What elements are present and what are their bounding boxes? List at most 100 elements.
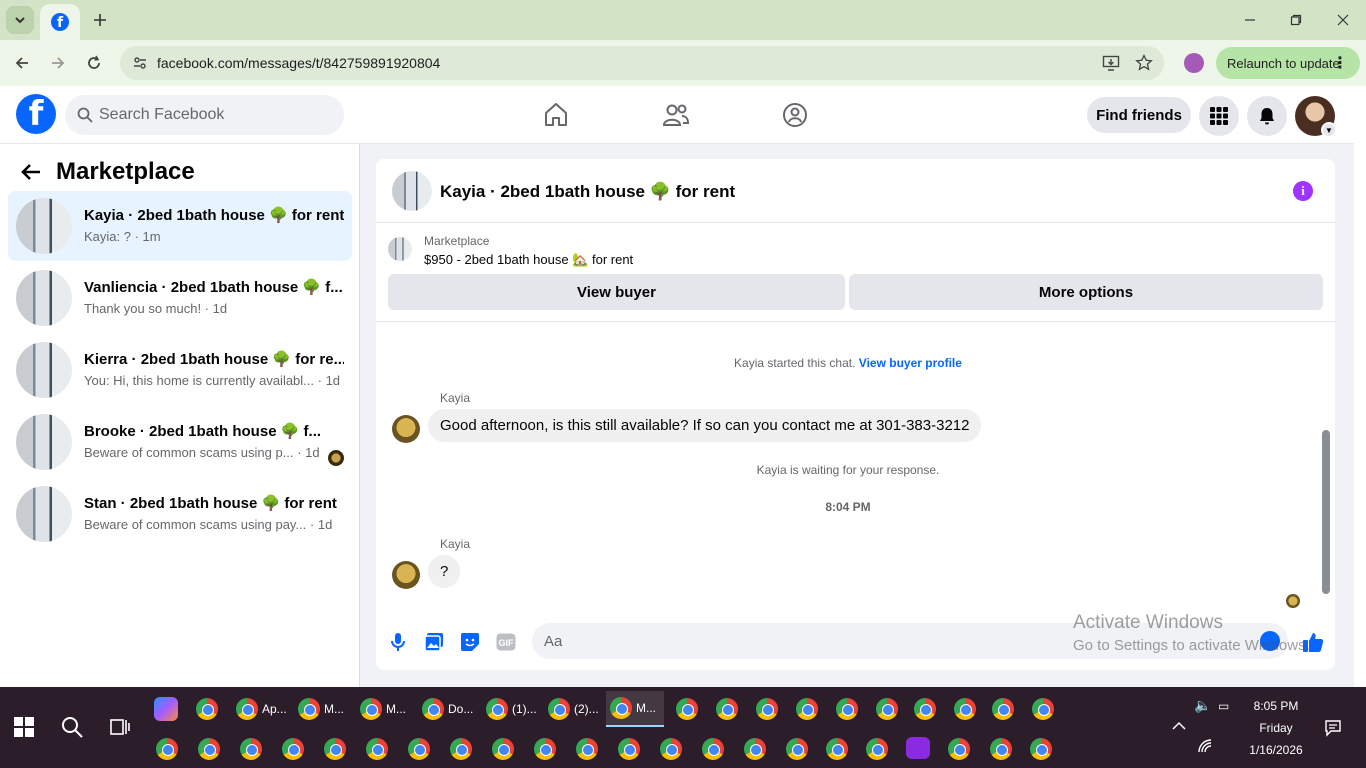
taskbar-chrome-window[interactable] <box>1026 731 1062 767</box>
view-buyer-button[interactable]: View buyer <box>388 274 845 310</box>
attach-photo-button[interactable] <box>422 630 446 654</box>
taskbar-chrome-window[interactable] <box>752 691 788 727</box>
taskbar-chrome-window[interactable] <box>832 691 868 727</box>
search-icon[interactable] <box>60 715 84 739</box>
chat-thumbnail[interactable] <box>392 171 432 211</box>
volume-icon[interactable]: 🔈 <box>1194 697 1211 714</box>
battery-icon[interactable]: ▭ <box>1218 699 1229 713</box>
sticker-button[interactable] <box>458 630 482 654</box>
taskbar-chrome-window[interactable] <box>872 691 908 727</box>
more-options-button[interactable]: More options <box>849 274 1323 310</box>
tab-search-dropdown[interactable] <box>6 6 34 34</box>
notification-center-icon[interactable] <box>1324 719 1342 737</box>
info-icon[interactable]: i <box>1293 181 1313 201</box>
clock-time[interactable]: 8:05 PM <box>1240 699 1312 713</box>
new-tab-button[interactable] <box>88 8 112 32</box>
chevron-up-icon[interactable] <box>1172 721 1186 731</box>
conversation-item[interactable]: Vanliencia · 2bed 1bath house 🌳 f... Tha… <box>8 263 352 333</box>
clock-day[interactable]: Friday <box>1240 721 1312 735</box>
find-friends-button[interactable]: Find friends <box>1087 97 1191 133</box>
close-window-button[interactable] <box>1331 8 1355 32</box>
taskbar-chrome-window[interactable] <box>792 691 828 727</box>
reload-button[interactable] <box>81 50 107 76</box>
taskbar-chrome-window[interactable] <box>656 731 692 767</box>
taskbar-chrome-window[interactable]: (2)... <box>544 691 602 727</box>
page-scrollbar[interactable] <box>1354 86 1366 687</box>
task-view-icon[interactable] <box>108 715 132 739</box>
taskbar-chrome-window[interactable] <box>320 731 356 767</box>
taskbar-chrome-window[interactable] <box>530 731 566 767</box>
taskbar-chrome-window[interactable] <box>986 731 1022 767</box>
windows-start-icon[interactable] <box>14 717 34 737</box>
search-input[interactable] <box>99 95 329 135</box>
taskbar-chrome-window-active[interactable]: M... <box>606 691 664 727</box>
address-bar[interactable]: facebook.com/messages/t/842759891920804 <box>120 46 1164 80</box>
message-bubble[interactable]: Good afternoon, is this still available?… <box>428 409 982 442</box>
minimize-button[interactable] <box>1238 8 1262 32</box>
taskbar-chrome-window[interactable] <box>488 731 524 767</box>
bookmark-star-icon[interactable] <box>1135 54 1153 72</box>
taskbar-chrome-window[interactable] <box>446 731 482 767</box>
taskbar-chrome-window[interactable] <box>614 731 650 767</box>
install-app-icon[interactable] <box>1102 54 1120 72</box>
profile-avatar-icon[interactable] <box>1184 53 1204 73</box>
taskbar-chrome-window[interactable] <box>572 731 608 767</box>
taskbar-chrome-window[interactable] <box>698 731 734 767</box>
taskbar-chrome-window[interactable] <box>152 731 188 767</box>
relaunch-to-update-button[interactable]: Relaunch to update ⋮ <box>1216 47 1360 79</box>
conversation-item[interactable]: Brooke · 2bed 1bath house 🌳 f... Beware … <box>8 407 352 477</box>
taskbar-chrome-window[interactable] <box>910 691 946 727</box>
conversation-item[interactable]: Kierra · 2bed 1bath house 🌳 for re... Yo… <box>8 335 352 405</box>
taskbar-chrome-window[interactable] <box>236 731 272 767</box>
friends-icon[interactable] <box>661 100 691 130</box>
taskbar-chrome-window[interactable] <box>278 731 314 767</box>
groups-icon[interactable] <box>780 100 810 130</box>
taskbar-chrome-window[interactable] <box>944 731 980 767</box>
copilot-icon[interactable] <box>154 697 178 721</box>
taskbar-chrome-window[interactable] <box>1028 691 1064 727</box>
restore-button[interactable] <box>1284 8 1308 32</box>
taskbar-chrome-window[interactable] <box>192 691 236 727</box>
scrollbar-thumb[interactable] <box>1322 430 1330 594</box>
message-bubble[interactable]: ? <box>428 555 461 588</box>
clock-date[interactable]: 1/16/2026 <box>1240 743 1312 757</box>
facebook-logo-icon[interactable]: f <box>16 94 56 134</box>
sender-avatar[interactable] <box>392 415 420 443</box>
back-button[interactable] <box>9 50 35 76</box>
sender-avatar[interactable] <box>392 561 420 589</box>
taskbar-chrome-window[interactable] <box>782 731 818 767</box>
taskbar-chrome-window[interactable] <box>404 731 440 767</box>
view-buyer-profile-link[interactable]: View buyer profile <box>859 356 962 370</box>
taskbar-chrome-window[interactable] <box>988 691 1024 727</box>
forward-button[interactable] <box>45 50 71 76</box>
taskbar-chrome-window[interactable] <box>950 691 986 727</box>
taskbar-chrome-window[interactable]: (1)... <box>482 691 540 727</box>
search-box[interactable] <box>65 95 344 135</box>
conversation-item[interactable]: Stan · 2bed 1bath house 🌳 for rent Bewar… <box>8 479 352 549</box>
browser-tab-facebook[interactable]: f <box>40 4 80 40</box>
wifi-icon[interactable] <box>1198 739 1214 753</box>
account-avatar[interactable]: ▼ <box>1295 96 1337 138</box>
conversation-item[interactable]: Kayia · 2bed 1bath house 🌳 for rent Kayi… <box>8 191 352 261</box>
taskbar-chrome-window[interactable] <box>712 691 748 727</box>
chat-title[interactable]: Kayia · 2bed 1bath house 🌳 for rent <box>440 182 735 202</box>
gif-button[interactable]: GIF <box>494 630 518 654</box>
incognito-mask-icon[interactable] <box>906 737 930 759</box>
taskbar-chrome-window[interactable]: M... <box>356 691 414 727</box>
taskbar-chrome-window[interactable] <box>740 731 776 767</box>
taskbar-chrome-window[interactable] <box>672 691 708 727</box>
taskbar-chrome-window[interactable]: M... <box>294 691 352 727</box>
taskbar-chrome-window[interactable] <box>194 731 230 767</box>
listing-title[interactable]: $950 - 2bed 1bath house 🏡 for rent <box>424 252 633 268</box>
chat-scrollbar[interactable] <box>1320 328 1332 608</box>
taskbar-chrome-window[interactable] <box>862 731 898 767</box>
notifications-button[interactable] <box>1247 96 1287 136</box>
taskbar-chrome-window[interactable]: Ap... <box>232 691 290 727</box>
site-settings-icon[interactable] <box>132 55 148 71</box>
taskbar-chrome-window[interactable] <box>822 731 858 767</box>
menu-button[interactable] <box>1199 96 1239 136</box>
back-arrow-icon[interactable] <box>20 161 42 183</box>
home-icon[interactable] <box>541 100 571 130</box>
taskbar-chrome-window[interactable]: Do... <box>418 691 476 727</box>
taskbar-chrome-window[interactable] <box>362 731 398 767</box>
